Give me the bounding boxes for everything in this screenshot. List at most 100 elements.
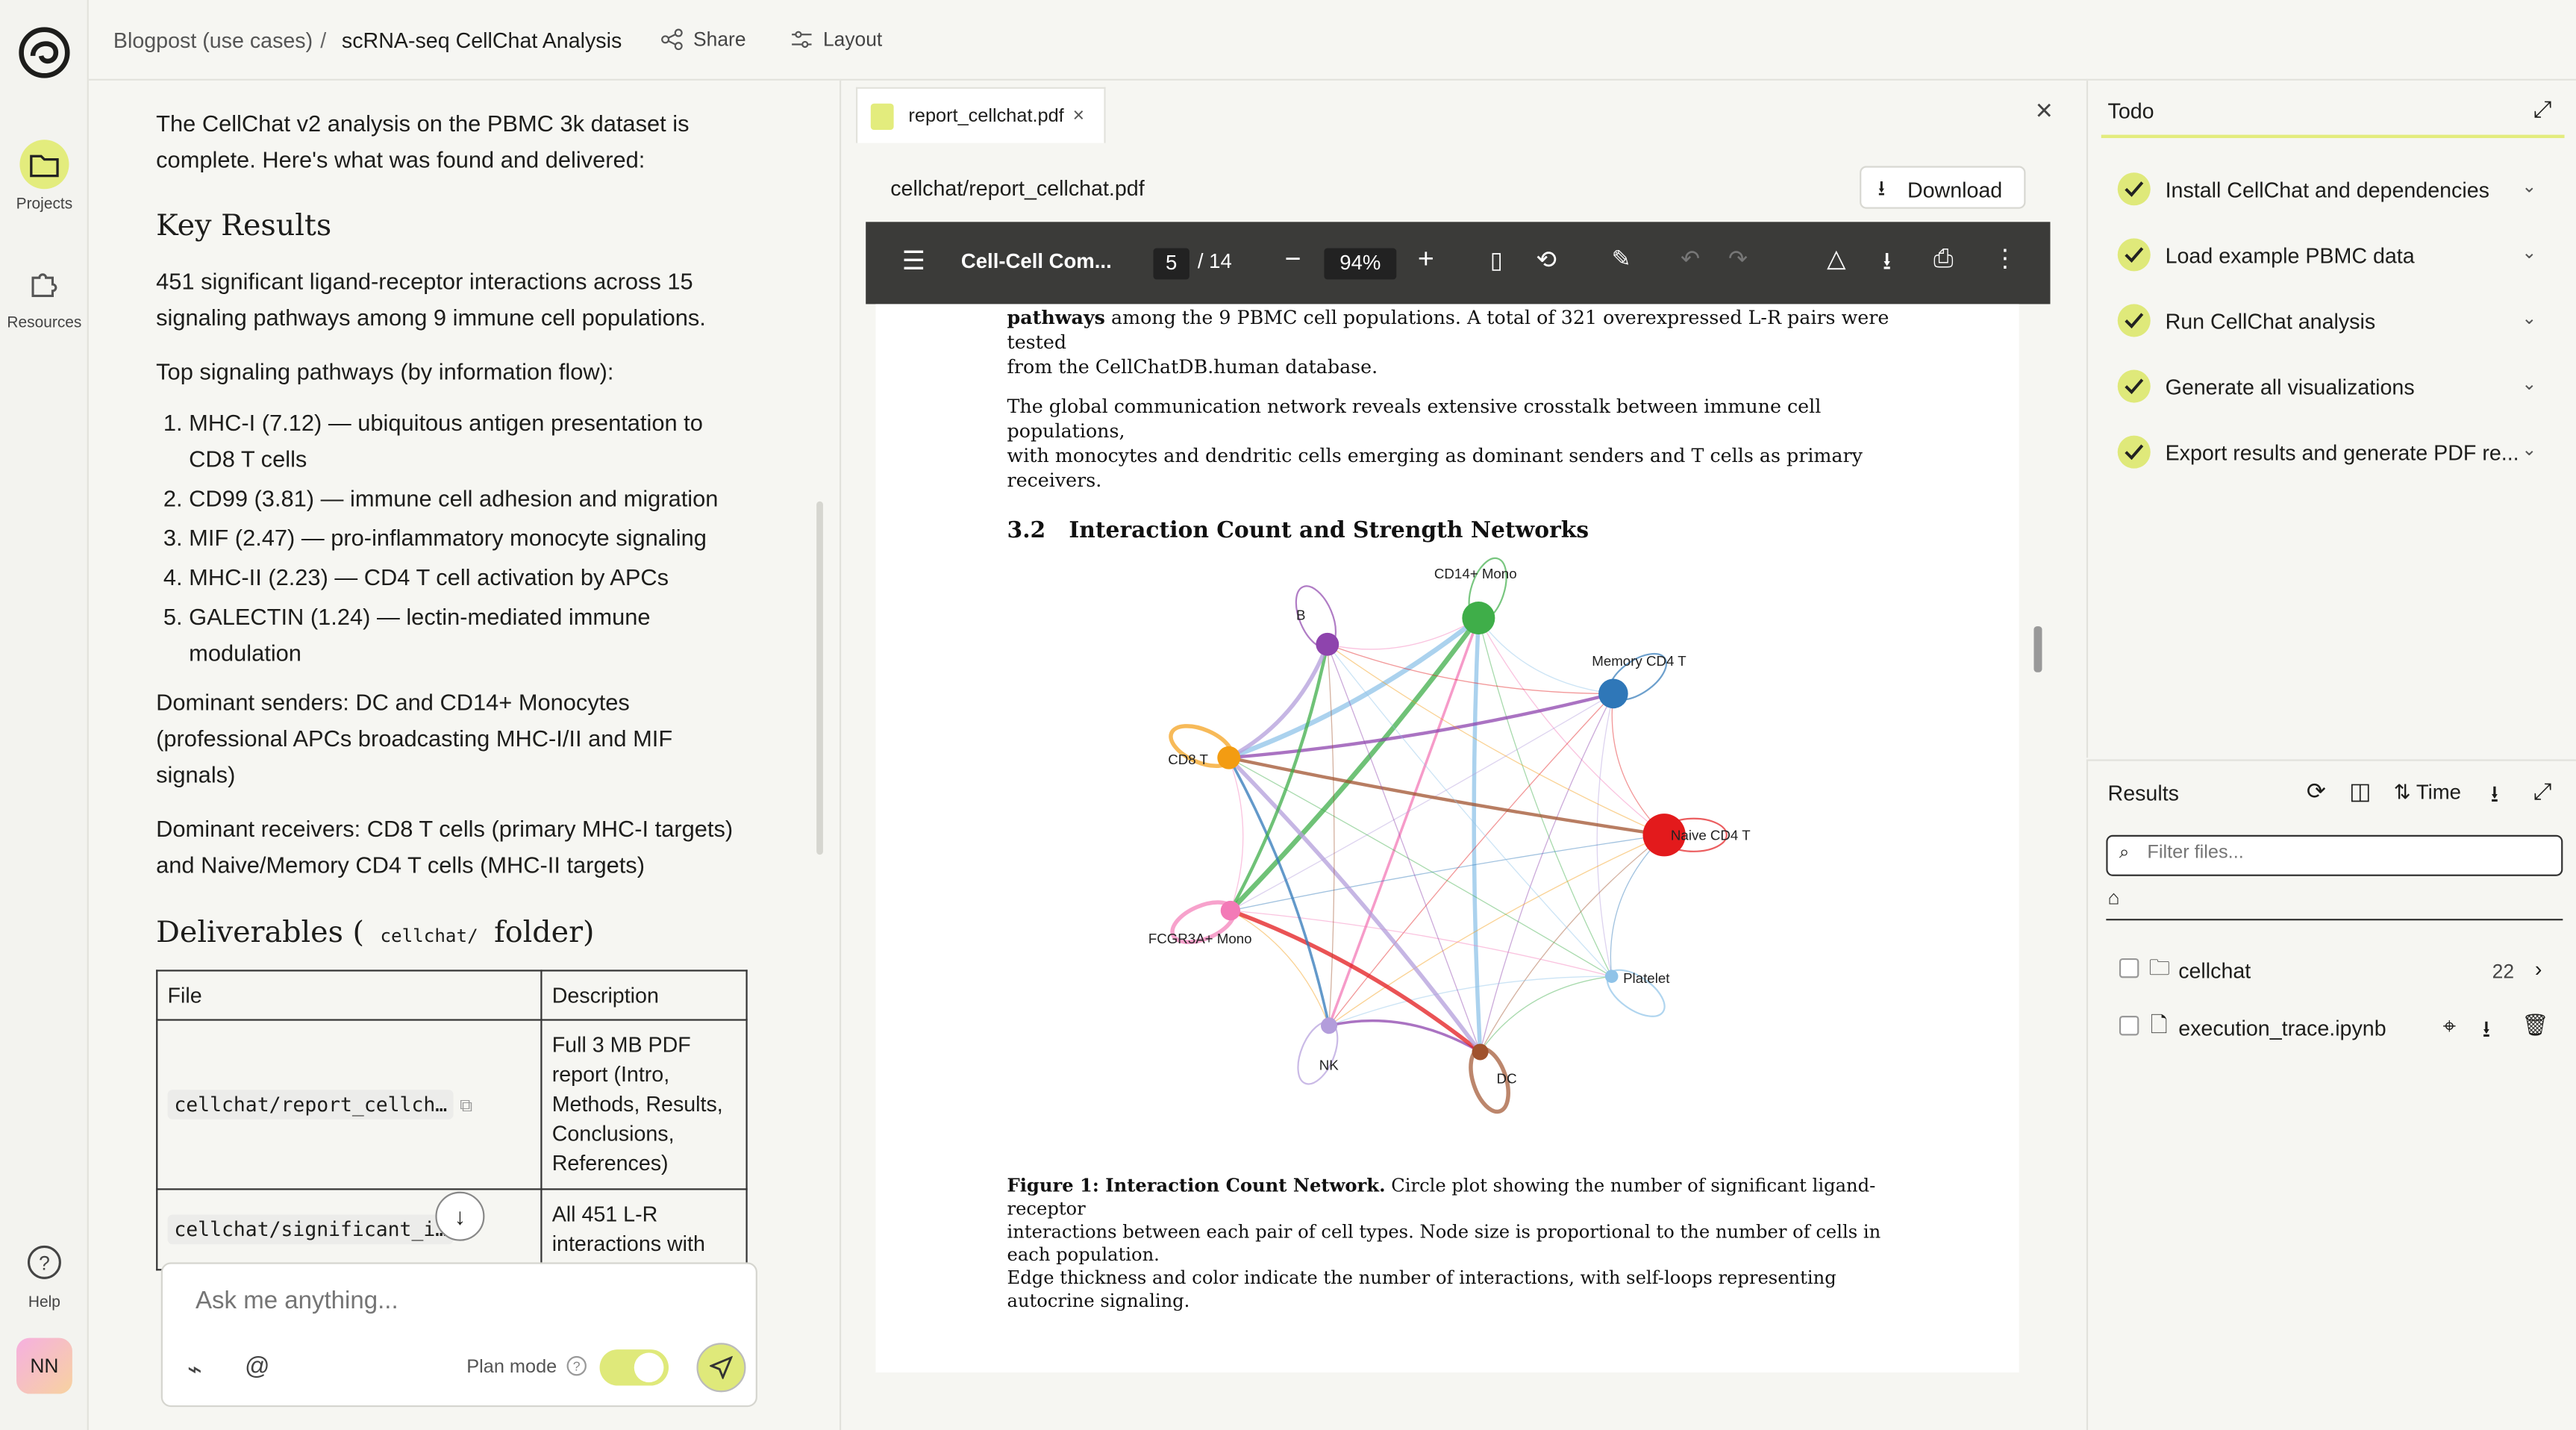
todo-item[interactable]: Install CellChat and dependencies ⌄	[2117, 172, 2561, 208]
refresh-icon[interactable]: ⟳	[2307, 778, 2326, 805]
layout-label: Layout	[822, 28, 883, 51]
pdf-scrollbar[interactable]	[2033, 626, 2042, 672]
download-label: Download	[1907, 177, 2003, 202]
network-node	[1604, 970, 1619, 983]
send-button[interactable]	[696, 1343, 746, 1393]
row-checkbox[interactable]	[2119, 958, 2139, 978]
plan-mode-toggle[interactable]	[599, 1349, 669, 1386]
senders-text: Dominant senders: DC and CD14+ Monocytes…	[156, 688, 673, 787]
add-shape-icon[interactable]: △	[1827, 243, 1845, 272]
expand-results-icon[interactable]: ⤢	[2533, 778, 2552, 805]
external-link-icon[interactable]: ⧉	[460, 1096, 472, 1116]
file-link[interactable]: cellchat/report_cellch…	[167, 1090, 454, 1120]
chevron-down-icon[interactable]: ⌄	[2522, 176, 2536, 197]
chevron-right-icon[interactable]: ›	[2535, 957, 2542, 981]
mention-icon[interactable]: @	[245, 1352, 270, 1380]
deliverables-post: folder)	[494, 915, 595, 950]
todo-item[interactable]: Run CellChat analysis ⌄	[2117, 304, 2561, 340]
zoom-out-icon[interactable]: −	[1285, 243, 1301, 276]
intro-text: The CellChat v2 analysis on the PBMC 3k …	[156, 110, 690, 173]
scroll-down-button[interactable]: ↓	[435, 1191, 485, 1241]
pdf-download-icon[interactable]: ⭳	[1883, 245, 1892, 286]
fit-page-icon[interactable]: ▯	[1490, 246, 1503, 274]
download-button[interactable]: ⭳ Download	[1860, 166, 2026, 209]
figure-caption: Figure 1: Interaction Count Network. Cir…	[1007, 1175, 1928, 1314]
pdf-toolbar: ☰ Cell-Cell Com... 5 / 14 − 94% + ▯ ⟲ ✎ …	[866, 222, 2051, 305]
menu-icon[interactable]: ☰	[902, 245, 926, 278]
file-download-icon[interactable]: ⭳	[2482, 1013, 2490, 1052]
help-label: Help	[28, 1293, 60, 1312]
arrow-down-icon: ↓	[454, 1203, 466, 1230]
annotate-icon[interactable]: ✎	[1612, 245, 1631, 272]
locate-icon[interactable]: ⌖	[2443, 1013, 2456, 1040]
chevron-down-icon[interactable]: ⌄	[2522, 242, 2536, 263]
file-icon: 🗋	[2150, 1012, 2168, 1037]
breadcrumb-parent[interactable]: Blogpost (use cases)	[113, 28, 313, 52]
split-view-icon[interactable]: ◫	[2349, 778, 2371, 805]
chevron-down-icon[interactable]: ⌄	[2522, 307, 2536, 328]
sort-button[interactable]: ⇅ Time	[2394, 779, 2461, 804]
list-item[interactable]: 🗀 cellchat 22 ›	[2088, 945, 2576, 991]
resources-nav[interactable]: Resources	[0, 258, 89, 332]
table-row: cellchat/report_cellch… ⧉ Full 3 MB PDF …	[156, 1019, 748, 1190]
home-icon[interactable]: ⌂	[2108, 886, 2120, 909]
tab-close-icon[interactable]: ×	[1073, 104, 1084, 127]
chevron-down-icon[interactable]: ⌄	[2522, 373, 2536, 394]
folder-icon	[19, 140, 69, 190]
todo-item[interactable]: Load example PBMC data ⌄	[2117, 238, 2561, 274]
receivers-text: Dominant receivers: CD8 T cells (primary…	[156, 815, 734, 878]
expand-icon[interactable]: ⤢	[2533, 96, 2552, 123]
tab-report-pdf[interactable]: report_cellchat.pdf ×	[855, 87, 1106, 143]
share-label: Share	[693, 28, 746, 51]
caption-text: interactions between each pair of cell t…	[1007, 1221, 1881, 1266]
row-checkbox[interactable]	[2119, 1016, 2139, 1036]
network-edge	[1230, 834, 1665, 911]
filter-input[interactable]	[2147, 843, 2542, 864]
self-loop	[1297, 1021, 1339, 1085]
network-edge	[1229, 908, 1482, 1054]
zoom-in-icon[interactable]: +	[1418, 243, 1434, 276]
todo-item[interactable]: Export results and generate PDF re... ⌄	[2117, 435, 2561, 472]
breadcrumb-separator: /	[320, 28, 327, 53]
node-label: DC	[1497, 1070, 1517, 1086]
undo-icon[interactable]: ↶	[1681, 245, 1700, 272]
network-edge	[1327, 644, 1481, 1052]
print-icon[interactable]: ⎙	[1933, 245, 1953, 272]
network-edge	[1328, 834, 1665, 1026]
attach-icon[interactable]: ⌁	[187, 1355, 202, 1384]
avatar[interactable]: NN	[16, 1337, 72, 1394]
todo-item[interactable]: Generate all visualizations ⌄	[2117, 369, 2561, 406]
file-link[interactable]: cellchat/significant_i…	[167, 1214, 454, 1245]
zoom-input[interactable]: 94%	[1324, 248, 1397, 280]
network-node	[1598, 678, 1628, 709]
chat-scrollbar[interactable]	[816, 501, 823, 855]
pathway-item: CD99 (3.81) — immune cell adhesion and m…	[189, 480, 748, 516]
download-all-icon[interactable]: ⭳	[2490, 778, 2498, 817]
share-icon	[661, 28, 683, 51]
redo-icon[interactable]: ↷	[1728, 245, 1748, 272]
page-number-input[interactable]: 5	[1153, 248, 1189, 280]
trash-icon[interactable]: 🗑	[2522, 1013, 2548, 1039]
file-description: All 451 L-R interactions with	[540, 1188, 748, 1271]
summary-text: 451 significant ligand-receptor interact…	[156, 267, 706, 331]
logo-icon[interactable]	[16, 25, 72, 81]
list-item[interactable]: 🗋 execution_trace.ipynb ⌖ ⭳ 🗑	[2088, 1002, 2576, 1049]
todo-label: Install CellChat and dependencies	[2165, 177, 2489, 202]
node-label: CD14+ Mono	[1434, 566, 1517, 581]
help-nav[interactable]: ? Help	[0, 1237, 89, 1311]
more-options-icon[interactable]: ⋮	[1992, 243, 2017, 272]
sort-label: Time	[2416, 781, 2461, 804]
chevron-down-icon[interactable]: ⌄	[2522, 439, 2536, 460]
projects-label: Projects	[16, 196, 73, 214]
viewer-close-icon[interactable]: ×	[2036, 94, 2053, 128]
network-edge	[1228, 643, 1329, 912]
chat-panel: The CellChat v2 analysis on the PBMC 3k …	[90, 80, 842, 1430]
rotate-icon[interactable]: ⟲	[1536, 245, 1557, 274]
network-edge	[1228, 757, 1331, 1026]
check-icon	[2117, 369, 2151, 403]
info-icon[interactable]: ?	[566, 1355, 587, 1376]
projects-nav[interactable]: Projects	[0, 140, 89, 213]
chat-input[interactable]	[195, 1287, 722, 1315]
node-label: NK	[1319, 1058, 1339, 1073]
help-icon: ?	[19, 1237, 69, 1287]
